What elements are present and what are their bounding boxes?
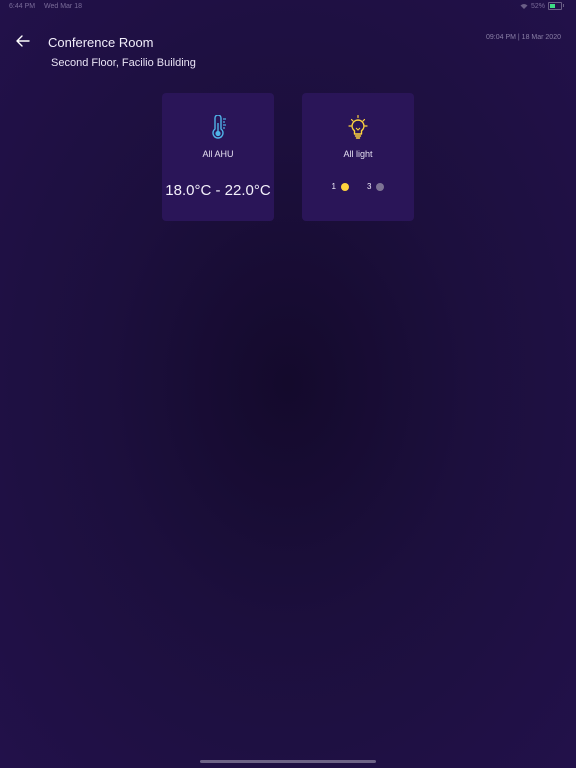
thermometer-icon — [212, 115, 226, 139]
screen: 6:44 PM Wed Mar 18 52% Conference Room S… — [0, 0, 576, 768]
page-subtitle: Second Floor, Facilio Building — [51, 57, 196, 69]
light-card[interactable]: All light 1 3 — [302, 93, 414, 221]
lights-off-group: 3 — [367, 182, 385, 191]
light-card-label: All light — [343, 149, 373, 159]
battery-level — [550, 4, 555, 8]
status-bar: 6:44 PM Wed Mar 18 52% — [0, 0, 576, 14]
lights-on-group: 1 — [332, 182, 349, 191]
status-indicators: 52% — [520, 2, 564, 10]
battery-icon — [548, 2, 564, 10]
status-time: 6:44 PM — [9, 3, 36, 10]
light-on-dot-icon — [341, 182, 349, 191]
light-counts: 1 3 — [302, 182, 414, 191]
ahu-card[interactable]: All AHU 18.0°C - 22.0°C — [162, 93, 274, 221]
lightbulb-icon — [348, 115, 368, 139]
wifi-icon — [520, 3, 528, 9]
page-title: Conference Room — [48, 35, 154, 50]
battery-percent: 52% — [530, 2, 545, 10]
light-off-dot-icon — [376, 182, 385, 191]
temperature-range: 18.0°C - 22.0°C — [165, 182, 271, 199]
lights-off-count: 3 — [367, 182, 372, 191]
lights-on-count: 1 — [331, 182, 336, 191]
home-indicator[interactable] — [200, 760, 376, 763]
datetime-label: 09:04 PM | 18 Mar 2020 — [486, 34, 561, 41]
ahu-card-label: All AHU — [202, 149, 234, 159]
status-date: Wed Mar 18 — [44, 3, 82, 10]
arrow-left-icon[interactable] — [14, 32, 32, 50]
